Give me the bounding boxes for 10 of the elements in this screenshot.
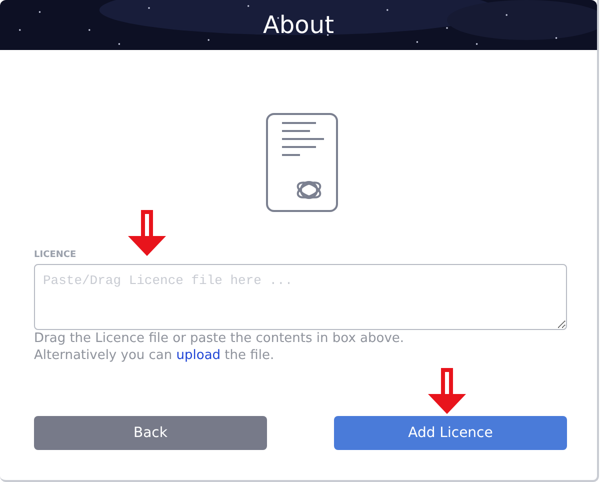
arrow-icon bbox=[428, 368, 466, 414]
add-licence-button[interactable]: Add Licence bbox=[334, 416, 567, 450]
arrow-icon bbox=[128, 210, 166, 256]
help-text: Drag the Licence file or paste the contents in box above. bbox=[34, 330, 406, 347]
window-title: About bbox=[263, 11, 334, 39]
document-icon bbox=[266, 113, 338, 212]
upload-link[interactable]: upload bbox=[176, 348, 221, 363]
field-label: LICENCE bbox=[34, 250, 78, 260]
help-text: Alternatively you can upload the file. bbox=[34, 347, 276, 364]
back-button[interactable]: Back bbox=[34, 416, 267, 450]
